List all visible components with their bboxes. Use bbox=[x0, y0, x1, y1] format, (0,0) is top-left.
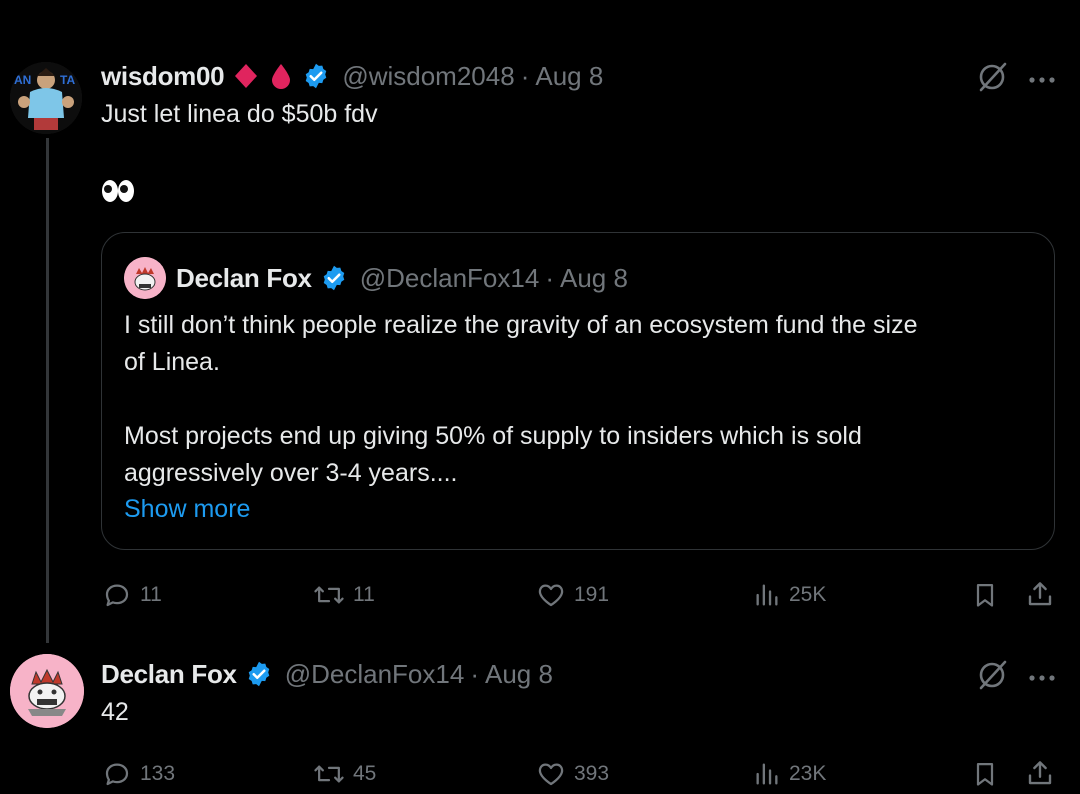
avatar-image: AN TA bbox=[10, 62, 82, 134]
quote-handle: @DeclanFox14 bbox=[359, 262, 540, 293]
tweet2-author-name[interactable]: Declan Fox bbox=[101, 659, 237, 690]
svg-text:TA: TA bbox=[60, 73, 75, 87]
verified-badge-icon[interactable] bbox=[320, 264, 348, 292]
verified-badge-icon[interactable] bbox=[245, 660, 273, 688]
wisdom-avatar[interactable]: AN TA bbox=[10, 62, 82, 134]
tweet2-reply-button[interactable]: 133 bbox=[102, 759, 175, 789]
tweet1-reply-button[interactable]: 11 bbox=[102, 580, 162, 610]
tweet2-date[interactable]: Aug 8 bbox=[485, 659, 553, 690]
quote-date: Aug 8 bbox=[559, 262, 628, 293]
analytics-icon bbox=[756, 763, 778, 785]
heart-icon bbox=[538, 584, 564, 607]
tweet2-like-button[interactable]: 393 bbox=[536, 759, 609, 789]
tweet2-header: Declan Fox @DeclanFox14 · Aug 8 bbox=[101, 656, 553, 692]
tweet1-author-name[interactable]: wisdom00 bbox=[101, 61, 225, 92]
quote-author-name[interactable]: Declan Fox bbox=[176, 263, 312, 294]
quote-text-line3: Most projects end up giving 50% of suppl… bbox=[124, 422, 862, 450]
tweet2-repost-count: 45 bbox=[353, 762, 377, 785]
eyes-emoji-icon bbox=[102, 180, 134, 202]
separator-dot: · bbox=[545, 262, 554, 293]
tweet1-text-line2: 👀 bbox=[101, 178, 135, 209]
thread-line bbox=[46, 138, 49, 643]
repost-icon bbox=[314, 586, 344, 604]
separator-dot: · bbox=[470, 658, 479, 689]
reply-icon bbox=[105, 763, 129, 786]
share-icon[interactable] bbox=[1025, 758, 1055, 793]
tweet1-text-line1: Just let linea do $50b fdv bbox=[101, 100, 378, 128]
quote-header: Declan Fox @DeclanFox14 · Aug 8 bbox=[176, 260, 628, 296]
tweet1-views-button[interactable]: 25K bbox=[753, 580, 826, 610]
tweet2-views-button[interactable]: 23K bbox=[753, 759, 826, 789]
grok-icon[interactable] bbox=[975, 60, 1009, 99]
tweet1-views-count: 25K bbox=[789, 583, 827, 606]
tweet2-text: 42 bbox=[101, 698, 129, 726]
tweet1-reply-count: 11 bbox=[140, 583, 162, 606]
more-options-icon[interactable] bbox=[1028, 72, 1056, 90]
heart-icon bbox=[538, 763, 564, 786]
repost-icon bbox=[314, 765, 344, 783]
show-more-link[interactable]: Show more bbox=[124, 495, 250, 524]
tweet1-date[interactable]: Aug 8 bbox=[535, 61, 603, 92]
tweet2-handle[interactable]: @DeclanFox14 bbox=[285, 659, 465, 690]
avatar-image bbox=[124, 257, 166, 299]
separator-dot: · bbox=[520, 60, 530, 91]
svg-text:AN: AN bbox=[14, 73, 31, 87]
more-options-icon[interactable] bbox=[1028, 670, 1056, 688]
avatar-image bbox=[10, 654, 84, 728]
tweet1-header: wisdom00 @wisdom2048 · Aug 8 bbox=[101, 58, 603, 94]
declan-avatar[interactable] bbox=[10, 654, 84, 728]
quote-text-line1: I still don’t think people realize the g… bbox=[124, 311, 918, 339]
tweet1-repost-count: 11 bbox=[353, 583, 375, 606]
red-drop-icon bbox=[272, 64, 291, 89]
tweet1-like-button[interactable]: 191 bbox=[536, 580, 609, 610]
analytics-icon bbox=[756, 584, 778, 606]
red-diamond-icon bbox=[235, 64, 258, 88]
tweet1-like-count: 191 bbox=[574, 583, 610, 606]
tweet1-repost-button[interactable]: 11 bbox=[313, 580, 375, 610]
tweet2-repost-button[interactable]: 45 bbox=[313, 759, 376, 789]
share-icon[interactable] bbox=[1025, 579, 1055, 614]
quote-text-line2: of Linea. bbox=[124, 348, 220, 376]
tweet1-handle[interactable]: @wisdom2048 bbox=[342, 61, 514, 92]
tweet2-reply-count: 133 bbox=[140, 762, 176, 785]
reply-icon bbox=[105, 584, 129, 607]
grok-icon[interactable] bbox=[975, 658, 1009, 697]
tweet2-like-count: 393 bbox=[574, 762, 610, 785]
tweet2-views-count: 23K bbox=[789, 762, 827, 785]
quote-text-line4: aggressively over 3-4 years.... bbox=[124, 459, 458, 487]
quote-author-avatar[interactable] bbox=[124, 257, 166, 299]
bookmark-icon[interactable] bbox=[971, 580, 999, 615]
verified-badge-icon[interactable] bbox=[302, 62, 330, 90]
